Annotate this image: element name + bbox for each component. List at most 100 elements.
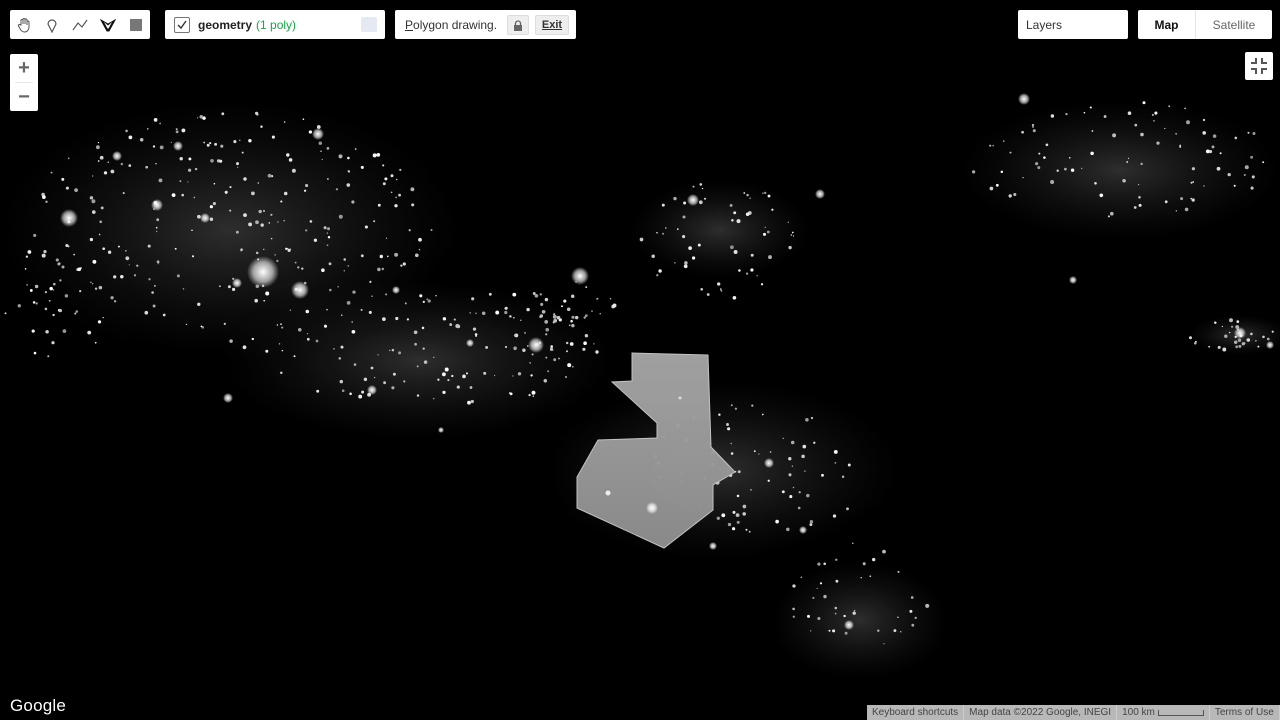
light-point bbox=[530, 374, 533, 377]
light-point bbox=[354, 148, 357, 150]
geometry-count: (1 poly) bbox=[256, 17, 297, 32]
light-point bbox=[64, 294, 69, 298]
light-point bbox=[197, 302, 201, 306]
light-point bbox=[813, 441, 816, 444]
light-point bbox=[372, 153, 377, 158]
line-tool[interactable] bbox=[66, 10, 94, 39]
light-point bbox=[89, 196, 94, 200]
light-point bbox=[392, 372, 396, 376]
light-point bbox=[809, 519, 814, 524]
light-point bbox=[395, 316, 399, 321]
light-point bbox=[94, 341, 97, 344]
light-point bbox=[416, 365, 419, 368]
keyboard-shortcuts-link[interactable]: Keyboard shortcuts bbox=[867, 705, 965, 720]
light-point bbox=[303, 189, 307, 192]
lock-button[interactable] bbox=[507, 15, 529, 35]
terms-of-use-link[interactable]: Terms of Use bbox=[1209, 705, 1280, 720]
light-point bbox=[175, 130, 179, 134]
light-point bbox=[391, 348, 395, 352]
geometry-color-swatch[interactable] bbox=[361, 17, 377, 32]
light-point bbox=[97, 320, 102, 324]
light-point bbox=[852, 542, 854, 545]
light-point bbox=[223, 322, 226, 325]
light-point bbox=[24, 268, 27, 270]
light-point bbox=[1202, 118, 1206, 122]
map-canvas[interactable] bbox=[0, 0, 1280, 720]
light-point bbox=[155, 226, 158, 229]
light-point bbox=[281, 326, 284, 329]
light-point bbox=[98, 285, 103, 290]
light-point bbox=[346, 301, 351, 305]
rectangle-tool[interactable] bbox=[122, 10, 150, 39]
light-point bbox=[1133, 206, 1137, 209]
geometry-layer-panel[interactable]: geometry (1 poly) bbox=[165, 10, 385, 39]
light-point bbox=[661, 203, 665, 207]
map-type-map-button[interactable]: Map bbox=[1138, 10, 1196, 39]
point-marker-tool[interactable] bbox=[38, 10, 66, 39]
light-point bbox=[285, 247, 288, 250]
light-point bbox=[391, 386, 395, 390]
light-point bbox=[745, 212, 750, 216]
light-point bbox=[804, 470, 806, 472]
light-point bbox=[566, 350, 568, 353]
geometry-visibility-checkbox[interactable] bbox=[174, 16, 190, 33]
light-point bbox=[232, 287, 236, 291]
light-point bbox=[49, 286, 53, 291]
light-point bbox=[110, 169, 115, 174]
light-point bbox=[368, 310, 372, 314]
light-point bbox=[398, 351, 402, 355]
zoom-in-button[interactable]: + bbox=[10, 54, 38, 82]
light-point bbox=[730, 404, 733, 407]
light-point bbox=[99, 155, 104, 160]
light-point bbox=[1022, 176, 1024, 179]
light-point bbox=[191, 229, 193, 231]
fullscreen-button[interactable] bbox=[1245, 52, 1273, 80]
light-point bbox=[797, 506, 801, 510]
light-point bbox=[582, 347, 586, 351]
zoom-out-button[interactable]: − bbox=[10, 83, 38, 111]
light-point bbox=[187, 181, 189, 183]
light-point bbox=[756, 275, 758, 277]
light-point bbox=[1246, 338, 1251, 342]
light-point bbox=[414, 253, 419, 258]
light-point bbox=[297, 266, 300, 269]
line-icon bbox=[72, 19, 88, 30]
light-point bbox=[213, 182, 216, 185]
light-point bbox=[148, 278, 151, 281]
light-point bbox=[989, 186, 994, 191]
light-point bbox=[327, 227, 330, 231]
polygon-tool[interactable] bbox=[94, 10, 122, 39]
light-point bbox=[340, 345, 344, 349]
exit-button[interactable]: Exit bbox=[535, 15, 569, 35]
map-type-satellite-button[interactable]: Satellite bbox=[1196, 10, 1272, 39]
light-point bbox=[61, 177, 65, 181]
light-point bbox=[75, 310, 79, 313]
light-point bbox=[427, 299, 431, 303]
light-point bbox=[656, 231, 658, 234]
light-point bbox=[792, 615, 795, 618]
light-point bbox=[441, 372, 446, 377]
light-point bbox=[91, 283, 94, 285]
drawing-status-panel: Polygon drawing. Exit bbox=[395, 10, 576, 39]
light-point bbox=[107, 161, 109, 163]
light-point bbox=[583, 316, 586, 319]
light-point bbox=[591, 310, 593, 312]
light-point bbox=[762, 192, 764, 194]
light-point bbox=[236, 162, 239, 166]
layers-menu[interactable]: Layers bbox=[1018, 10, 1128, 39]
pan-hand-tool[interactable] bbox=[10, 10, 38, 39]
light-point bbox=[748, 530, 751, 533]
light-point bbox=[97, 141, 100, 144]
light-point bbox=[910, 596, 914, 599]
light-point bbox=[1189, 336, 1192, 340]
light-point bbox=[237, 166, 239, 168]
light-point bbox=[1035, 162, 1039, 166]
scale-indicator[interactable]: 100 km bbox=[1117, 705, 1210, 720]
light-point bbox=[1203, 185, 1205, 187]
light-point bbox=[1021, 130, 1024, 134]
light-point bbox=[743, 192, 746, 194]
light-point bbox=[472, 299, 475, 301]
light-point bbox=[1081, 167, 1083, 170]
light-point bbox=[305, 229, 308, 232]
geometry-name[interactable]: geometry bbox=[198, 18, 252, 32]
